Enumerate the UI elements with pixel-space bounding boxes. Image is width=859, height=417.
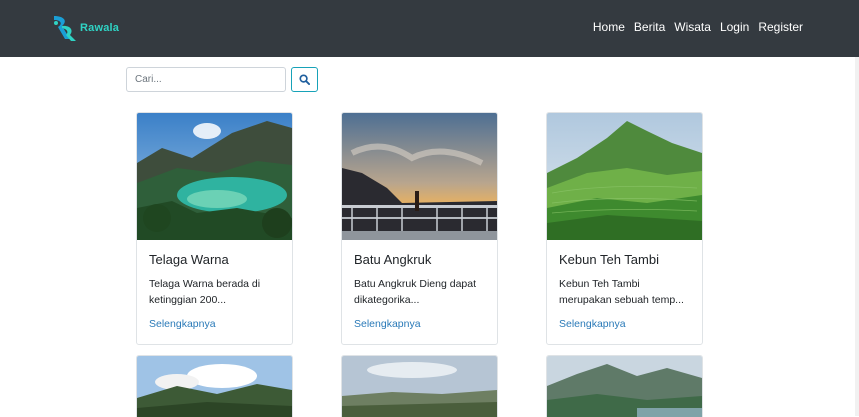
destination-card-partial bbox=[546, 355, 703, 417]
search-input[interactable] bbox=[126, 67, 286, 92]
read-more-link[interactable]: Selengkapnya bbox=[559, 318, 626, 330]
card-image-telaga-warna bbox=[137, 113, 292, 240]
card-image-partial bbox=[547, 356, 702, 417]
search-icon bbox=[299, 74, 310, 85]
destination-card: Telaga Warna Telaga Warna berada di keti… bbox=[136, 112, 293, 345]
card-image-partial bbox=[137, 356, 292, 417]
nav-home[interactable]: Home bbox=[593, 20, 625, 34]
nav-register[interactable]: Register bbox=[758, 20, 803, 34]
search-button[interactable] bbox=[291, 67, 318, 92]
read-more-link[interactable]: Selengkapnya bbox=[149, 318, 216, 330]
card-body: Batu Angkruk Batu Angkruk Dieng dapat di… bbox=[342, 240, 497, 332]
destination-card-partial bbox=[341, 355, 498, 417]
card-title: Batu Angkruk bbox=[354, 252, 432, 267]
card-body: Telaga Warna Telaga Warna berada di keti… bbox=[137, 240, 292, 332]
brand-name: Rawala bbox=[80, 22, 120, 34]
destination-card-partial bbox=[136, 355, 293, 417]
card-text: Batu Angkruk Dieng dapat dikategorika... bbox=[354, 278, 477, 306]
card-image-kebun-teh-tambi bbox=[547, 113, 702, 240]
destination-card: Kebun Teh Tambi Kebun Teh Tambi merupaka… bbox=[546, 112, 703, 345]
read-more-link[interactable]: Selengkapnya bbox=[354, 318, 421, 330]
brand[interactable]: Rawala bbox=[50, 13, 119, 43]
brand-logo-icon bbox=[54, 16, 76, 41]
card-text: Kebun Teh Tambi merupakan sebuah temp... bbox=[559, 278, 684, 306]
card-image-partial bbox=[342, 356, 497, 417]
card-title: Telaga Warna bbox=[149, 252, 229, 267]
nav-wisata[interactable]: Wisata bbox=[674, 20, 711, 34]
nav-login[interactable]: Login bbox=[720, 20, 749, 34]
destination-card: Batu Angkruk Batu Angkruk Dieng dapat di… bbox=[341, 112, 498, 345]
card-title: Kebun Teh Tambi bbox=[559, 252, 659, 267]
search-form bbox=[126, 67, 318, 92]
card-body: Kebun Teh Tambi Kebun Teh Tambi merupaka… bbox=[547, 240, 702, 332]
page-scrollbar[interactable] bbox=[855, 57, 859, 416]
card-image-batu-angkruk bbox=[342, 113, 497, 240]
card-text: Telaga Warna berada di ketinggian 200... bbox=[149, 278, 261, 306]
nav-menu: Home Berita Wisata Login Register bbox=[584, 20, 803, 34]
nav-berita[interactable]: Berita bbox=[634, 20, 665, 34]
navbar: Rawala Home Berita Wisata Login Register bbox=[0, 0, 859, 57]
